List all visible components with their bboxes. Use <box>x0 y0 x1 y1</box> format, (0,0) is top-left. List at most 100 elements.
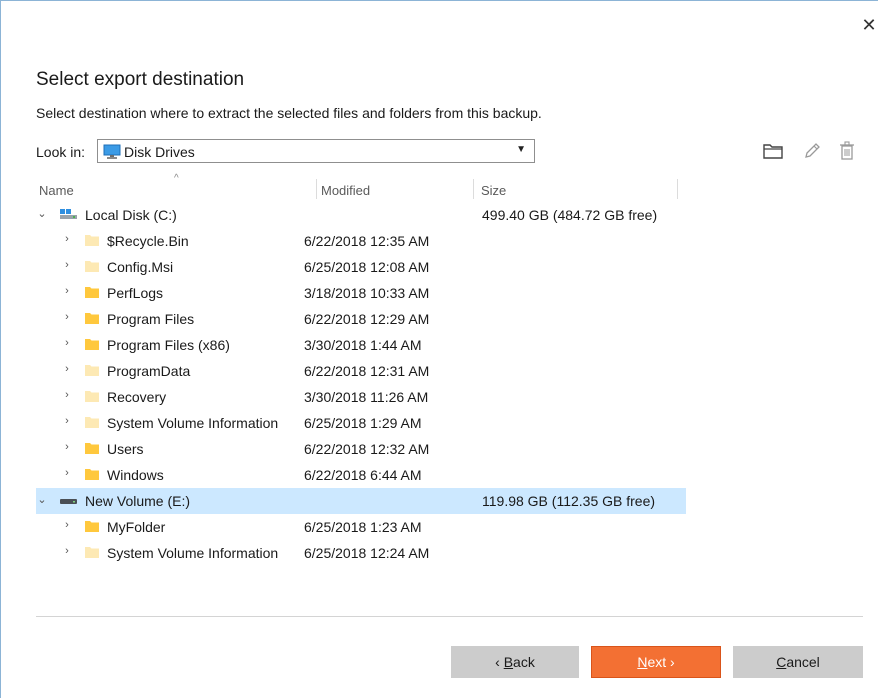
chevron-right-icon[interactable]: › <box>61 233 73 247</box>
folder-modified: 6/22/2018 12:35 AM <box>304 233 430 249</box>
folder-name: Config.Msi <box>107 259 174 275</box>
folder-modified: 6/22/2018 12:29 AM <box>304 311 430 327</box>
back-button-mnemonic: B <box>503 654 514 670</box>
chevron-right-icon[interactable]: › <box>61 415 73 429</box>
back-button[interactable]: ‹ Back <box>451 646 579 678</box>
chevron-right-icon[interactable]: › <box>61 467 73 481</box>
column-header-modified[interactable]: Modified <box>321 183 370 198</box>
folder-row[interactable]: › System Volume Information 6/25/2018 1:29… <box>36 410 686 436</box>
folder-icon <box>84 259 100 276</box>
chevron-right-icon[interactable]: › <box>61 259 73 273</box>
drive-row[interactable]: ⌄ Local Disk (C:) 499.40 GB (484.72 GB fre… <box>36 202 686 228</box>
folder-icon <box>84 441 100 458</box>
folder-modified: 6/25/2018 1:29 AM <box>304 415 422 431</box>
footer-divider <box>36 616 863 617</box>
folder-row[interactable]: › Config.Msi 6/25/2018 12:08 AM <box>36 254 686 280</box>
column-separator[interactable] <box>316 179 317 199</box>
folder-icon <box>84 337 100 354</box>
folder-name: PerfLogs <box>107 285 164 301</box>
folder-name: Recovery <box>107 389 167 405</box>
folder-icon <box>84 363 100 380</box>
next-button-mnemonic: N <box>637 654 648 670</box>
file-list-header: ^ Name Modified Size <box>36 173 686 201</box>
computer-icon <box>103 144 121 165</box>
drive-size: 499.40 GB (484.72 GB free) <box>482 207 658 223</box>
close-icon[interactable]: ✕ <box>859 15 878 35</box>
next-button-suffix: › <box>666 654 675 670</box>
column-separator[interactable] <box>473 179 474 199</box>
folder-row[interactable]: › Program Files 6/22/2018 12:29 AM <box>36 306 686 332</box>
look-in-label: Look in: <box>36 144 86 160</box>
folder-name: Program Files <box>107 311 195 327</box>
folder-icon <box>84 285 100 302</box>
look-in-dropdown[interactable]: Disk Drives ▼ <box>97 139 535 163</box>
folder-icon <box>84 545 100 562</box>
folder-row[interactable]: › System Volume Information 6/25/2018 12:2… <box>36 540 686 566</box>
folder-modified: 6/22/2018 6:44 AM <box>304 467 422 483</box>
look-in-selected-value: Disk Drives <box>124 144 195 160</box>
column-header-name[interactable]: Name <box>39 183 74 198</box>
next-button-label: ext <box>647 654 667 670</box>
drive-name: Local Disk (C:) <box>85 207 177 223</box>
folder-name: Users <box>107 441 144 457</box>
folder-icon <box>84 233 100 250</box>
chevron-down-icon[interactable]: ⌄ <box>36 207 48 221</box>
folder-row[interactable]: › Recovery 3/30/2018 11:26 AM <box>36 384 686 410</box>
chevron-down-icon[interactable]: ⌄ <box>36 493 48 507</box>
export-destination-dialog: ✕ Select export destination Select desti… <box>0 0 878 698</box>
system-drive-icon <box>58 207 78 224</box>
drive-name: New Volume (E:) <box>85 493 191 509</box>
chevron-right-icon[interactable]: › <box>61 389 73 403</box>
folder-modified: 6/25/2018 12:08 AM <box>304 259 430 275</box>
folder-icon <box>84 311 100 328</box>
next-button[interactable]: Next › <box>591 646 721 678</box>
drive-size: 119.98 GB (112.35 GB free) <box>482 493 656 509</box>
folder-row[interactable]: › MyFolder 6/25/2018 1:23 AM <box>36 514 686 540</box>
folder-row[interactable]: › ProgramData 6/22/2018 12:31 AM <box>36 358 686 384</box>
folder-name: ProgramData <box>107 363 191 379</box>
folder-row[interactable]: › Program Files (x86) 3/30/2018 1:44 AM <box>36 332 686 358</box>
drive-icon <box>58 493 78 510</box>
back-button-prefix: ‹ <box>495 654 504 670</box>
cancel-button-label: ancel <box>786 654 820 670</box>
chevron-right-icon[interactable]: › <box>61 311 73 325</box>
folder-icon <box>84 467 100 484</box>
chevron-right-icon[interactable]: › <box>61 337 73 351</box>
chevron-down-icon[interactable]: ▼ <box>516 144 526 155</box>
column-separator[interactable] <box>677 179 678 199</box>
chevron-right-icon[interactable]: › <box>61 519 73 533</box>
folder-row[interactable]: › Windows 6/22/2018 6:44 AM <box>36 462 686 488</box>
folder-modified: 3/30/2018 11:26 AM <box>304 389 429 405</box>
folder-modified: 3/30/2018 1:44 AM <box>304 337 422 353</box>
chevron-right-icon[interactable]: › <box>61 545 73 559</box>
folder-modified: 6/22/2018 12:32 AM <box>304 441 430 457</box>
new-folder-icon[interactable] <box>761 139 785 163</box>
folder-modified: 3/18/2018 10:33 AM <box>304 285 430 301</box>
folder-modified: 6/22/2018 12:31 AM <box>304 363 430 379</box>
folder-icon <box>84 415 100 432</box>
folder-row[interactable]: › $Recycle.Bin 6/22/2018 12:35 AM <box>36 228 686 254</box>
folder-modified: 6/25/2018 12:24 AM <box>304 545 430 561</box>
folder-name: System Volume Information <box>107 545 279 561</box>
folder-icon <box>84 389 100 406</box>
folder-name: Program Files (x86) <box>107 337 230 353</box>
folder-row[interactable]: › Users 6/22/2018 12:32 AM <box>36 436 686 462</box>
column-header-size[interactable]: Size <box>481 183 506 198</box>
drive-row[interactable]: ⌄ New Volume (E:) 119.98 GB (112.35 GB fre… <box>36 488 686 514</box>
delete-trash-icon[interactable] <box>835 139 859 163</box>
folder-name: MyFolder <box>107 519 166 535</box>
cancel-button-mnemonic: C <box>776 654 787 670</box>
rename-pencil-icon[interactable] <box>800 139 824 163</box>
folder-name: System Volume Information <box>107 415 279 431</box>
folder-name: $Recycle.Bin <box>107 233 189 249</box>
chevron-right-icon[interactable]: › <box>61 363 73 377</box>
folder-name: Windows <box>107 467 164 483</box>
chevron-right-icon[interactable]: › <box>61 285 73 299</box>
folder-row[interactable]: › PerfLogs 3/18/2018 10:33 AM <box>36 280 686 306</box>
dialog-title: Select export destination <box>36 69 245 90</box>
chevron-right-icon[interactable]: › <box>61 441 73 455</box>
sort-ascending-icon: ^ <box>174 173 179 184</box>
dialog-subtitle: Select destination where to extract the … <box>36 105 542 121</box>
folder-icon <box>84 519 100 536</box>
cancel-button[interactable]: Cancel <box>733 646 863 678</box>
